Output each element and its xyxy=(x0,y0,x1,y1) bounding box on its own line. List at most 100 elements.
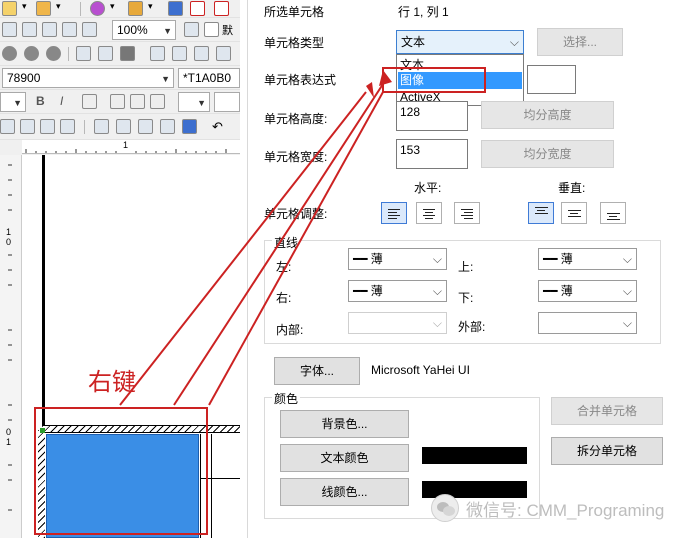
shape-rect-icon[interactable] xyxy=(2,46,17,61)
resize-icon[interactable] xyxy=(94,119,109,134)
line-bottom-select[interactable]: ━━ 薄 ⌵ xyxy=(538,280,637,302)
italic-button[interactable]: I xyxy=(60,94,63,108)
background-color-button[interactable]: 背景色... xyxy=(280,410,409,438)
align-right-icon[interactable] xyxy=(150,94,165,109)
underline-icon[interactable] xyxy=(82,94,97,109)
style-select[interactable]: ▼ xyxy=(0,92,26,112)
text-color-button[interactable]: 文本颜色 xyxy=(280,444,409,472)
shape-callout-icon[interactable] xyxy=(46,46,61,61)
chevron-down-icon: ▼ xyxy=(161,74,170,84)
toolbar-row-5: ▼ B I ▼ xyxy=(0,90,240,114)
height-input[interactable]: 128 xyxy=(396,101,468,131)
preview-icon[interactable]: 默 xyxy=(222,22,233,38)
chart-icon[interactable] xyxy=(214,1,229,16)
cell-type-select[interactable]: 文本 ⌵ xyxy=(396,30,524,54)
cell-icon[interactable] xyxy=(116,119,131,134)
select-button[interactable]: 选择... xyxy=(537,28,623,56)
arrow-right-icon[interactable] xyxy=(36,1,51,16)
document-title: *T1A0B0 xyxy=(183,71,232,85)
chevron-down-icon: ⌵ xyxy=(432,284,442,298)
selected-cell[interactable] xyxy=(46,434,199,538)
picture-icon[interactable] xyxy=(98,46,113,61)
dropdown-icon[interactable]: ▾ xyxy=(148,1,153,12)
split-cells-button[interactable]: 拆分单元格 xyxy=(551,437,663,465)
paste-icon[interactable] xyxy=(194,46,209,61)
bold-button[interactable]: B xyxy=(36,94,45,108)
tag-icon[interactable] xyxy=(128,1,143,16)
line-outer-select[interactable]: ⌵ xyxy=(538,312,637,334)
shape-oval-icon[interactable] xyxy=(24,46,39,61)
line-inner-select[interactable]: ⌵ xyxy=(348,312,447,334)
zoom-icon[interactable] xyxy=(0,119,15,134)
expand-icon[interactable] xyxy=(160,119,175,134)
align-left-icon[interactable] xyxy=(381,202,407,224)
line-color-button[interactable]: 线颜色... xyxy=(280,478,409,506)
undo-icon[interactable] xyxy=(216,46,231,61)
check-icon[interactable] xyxy=(62,22,77,37)
list-icon[interactable] xyxy=(22,22,37,37)
chevron-down-icon: ▼ xyxy=(13,98,22,108)
ruler-label: 0 xyxy=(6,427,12,437)
align-center-icon[interactable] xyxy=(416,202,442,224)
line-left-value: 薄 xyxy=(370,252,383,266)
group-icon[interactable] xyxy=(40,119,55,134)
chevron-down-icon: ⌵ xyxy=(622,316,632,330)
zoom-select[interactable]: 100% ▼ xyxy=(112,20,176,40)
vertical-label: 垂直: xyxy=(558,181,586,195)
move-icon[interactable] xyxy=(60,119,75,134)
ruler-label: 1 xyxy=(6,437,12,447)
fill-icon[interactable] xyxy=(120,46,135,61)
image-icon[interactable] xyxy=(168,1,183,16)
cut-icon[interactable] xyxy=(150,46,165,61)
document-tab[interactable]: *T1A0B0 xyxy=(178,68,240,88)
dropdown-icon[interactable]: ▾ xyxy=(22,1,27,12)
chevron-down-icon: ⌵ xyxy=(622,252,632,266)
circle-icon[interactable] xyxy=(90,1,105,16)
line-left-select[interactable]: ━━ 薄 ⌵ xyxy=(348,248,447,270)
eye-icon[interactable] xyxy=(204,22,219,37)
separator xyxy=(68,47,69,61)
align-center-icon[interactable] xyxy=(130,94,145,109)
line-right-select[interactable]: ━━ 薄 ⌵ xyxy=(348,280,447,302)
layer-icon[interactable] xyxy=(182,119,197,134)
grid-icon[interactable] xyxy=(190,1,205,16)
align-label: 单元格调整: xyxy=(264,207,328,221)
ruler-icon[interactable] xyxy=(184,22,199,37)
border-icon[interactable] xyxy=(82,22,97,37)
table-icon[interactable] xyxy=(42,22,57,37)
align-left-icon[interactable] xyxy=(110,94,125,109)
folder-icon[interactable] xyxy=(2,1,17,16)
format-select[interactable]: ▼ xyxy=(178,92,210,112)
font-button[interactable]: 字体... xyxy=(274,357,360,385)
align-right-icon[interactable] xyxy=(454,202,480,224)
table-handle[interactable] xyxy=(40,428,45,433)
line-top-select[interactable]: ━━ 薄 ⌵ xyxy=(538,248,637,270)
option-text[interactable]: 文本 xyxy=(400,56,424,73)
select-icon[interactable] xyxy=(20,119,35,134)
align-top-icon[interactable] xyxy=(528,202,554,224)
font-size-select[interactable]: 78900 ▼ xyxy=(2,68,174,88)
align-middle-icon[interactable] xyxy=(561,202,587,224)
dropdown-icon[interactable]: ▾ xyxy=(56,1,61,12)
width-input[interactable]: 153 xyxy=(396,139,468,169)
line-left-label: 左: xyxy=(276,260,292,274)
width-value: 153 xyxy=(400,143,421,157)
expression-input[interactable] xyxy=(527,65,576,94)
merge-cells-button[interactable]: 合并单元格 xyxy=(551,397,663,425)
equal-height-button[interactable]: 均分高度 xyxy=(481,101,614,129)
table-cell[interactable] xyxy=(200,434,240,538)
toolbar-row-2: 100% ▼ 默 xyxy=(0,18,240,42)
cross-icon[interactable] xyxy=(138,119,153,134)
align-bottom-icon[interactable] xyxy=(600,202,626,224)
dropdown-icon[interactable]: ▾ xyxy=(110,1,115,12)
undo-arrow-icon[interactable]: ↶ xyxy=(212,119,223,135)
cell-type-dropdown: 文本 图像 ActiveX xyxy=(396,54,524,106)
copy-icon[interactable] xyxy=(172,46,187,61)
text-box-icon[interactable] xyxy=(76,46,91,61)
text-color-swatch xyxy=(422,447,527,464)
format-icon[interactable] xyxy=(2,22,17,37)
selected-cell-label: 所选单元格 xyxy=(264,5,325,19)
equal-width-button[interactable]: 均分宽度 xyxy=(481,140,614,168)
color-select[interactable] xyxy=(214,92,240,112)
option-image[interactable]: 图像 xyxy=(398,72,522,89)
